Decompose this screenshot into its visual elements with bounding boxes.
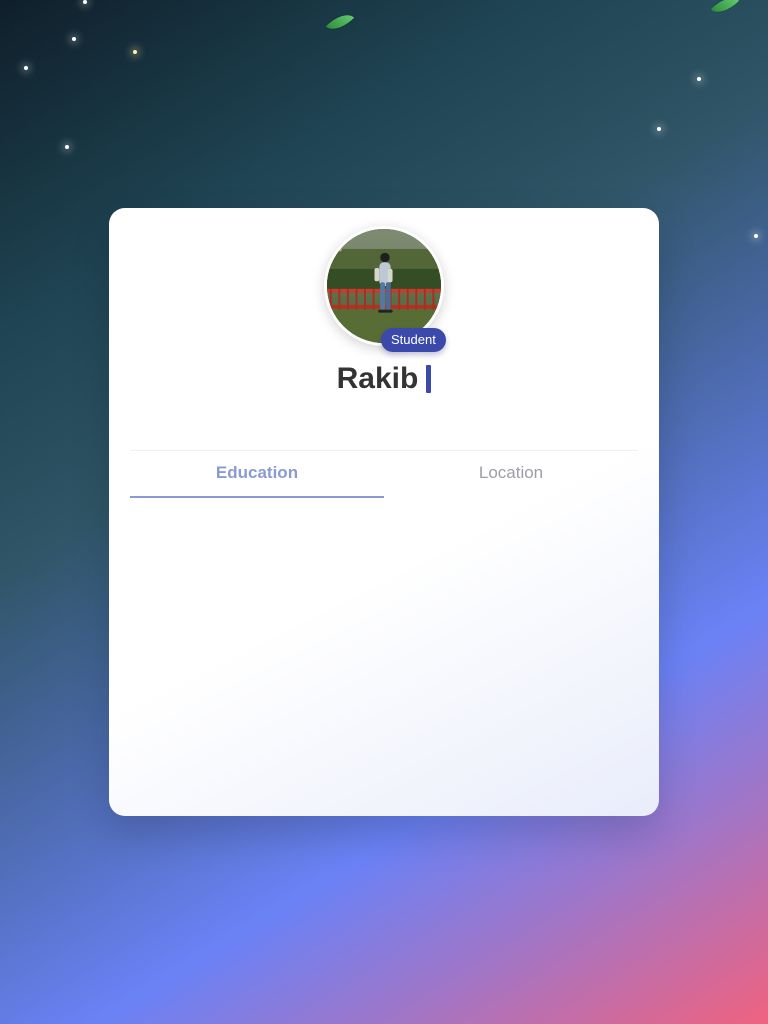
falling-leaf-icon (325, 7, 355, 37)
profile-card: Student Rakib Education Location (109, 208, 659, 816)
sparkle-star (72, 37, 76, 41)
profile-name: Rakib (336, 362, 419, 395)
sparkle-star (83, 0, 87, 4)
divider (130, 450, 638, 451)
falling-leaf-icon (710, 0, 740, 20)
profile-heading: Rakib (109, 364, 659, 394)
sparkle-star (133, 50, 137, 54)
sparkle-star (697, 77, 701, 81)
tab-education[interactable]: Education (130, 458, 384, 498)
sparkle-star (657, 127, 661, 131)
status-badge: Student (381, 328, 446, 352)
profile-tabs: Education Location (130, 458, 638, 498)
sparkle-star (754, 234, 758, 238)
sparkle-star (24, 66, 28, 70)
sparkle-star (65, 145, 69, 149)
tab-location[interactable]: Location (384, 458, 638, 498)
text-cursor-icon (426, 365, 432, 393)
